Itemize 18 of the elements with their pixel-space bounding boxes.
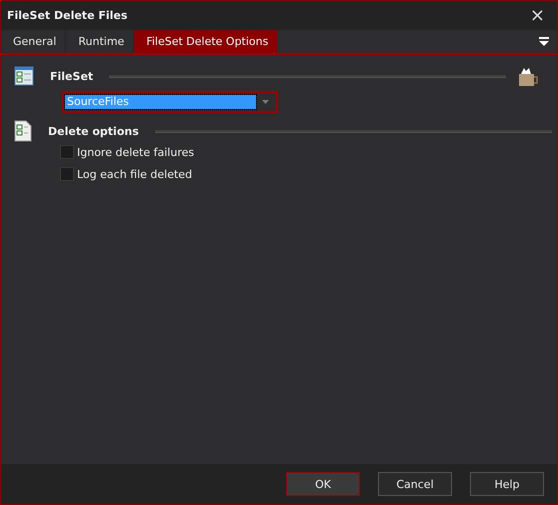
ok-button[interactable]: OK <box>286 472 360 496</box>
section-heading: Delete options <box>48 124 139 138</box>
tab[interactable]: FileSet Delete Options <box>134 30 278 53</box>
caret-icon <box>262 100 269 104</box>
checkbox[interactable] <box>60 145 74 159</box>
checklist-icon <box>14 120 32 142</box>
menu-icon[interactable] <box>539 37 549 46</box>
close-button[interactable]: × <box>526 6 549 24</box>
window-title: FileSet Delete Files <box>7 9 128 22</box>
checkbox-label: Ignore delete failures <box>77 146 194 158</box>
checkbox-label: Log each file deleted <box>77 168 192 180</box>
section-heading: FileSet <box>50 70 94 82</box>
help-button[interactable]: Help <box>470 472 544 496</box>
cancel-button[interactable]: Cancel <box>378 472 452 496</box>
checklist-icon <box>14 66 34 86</box>
dropdown-value: SourceFiles <box>65 95 256 109</box>
tab[interactable]: General <box>1 30 66 53</box>
checkbox[interactable] <box>60 167 74 181</box>
